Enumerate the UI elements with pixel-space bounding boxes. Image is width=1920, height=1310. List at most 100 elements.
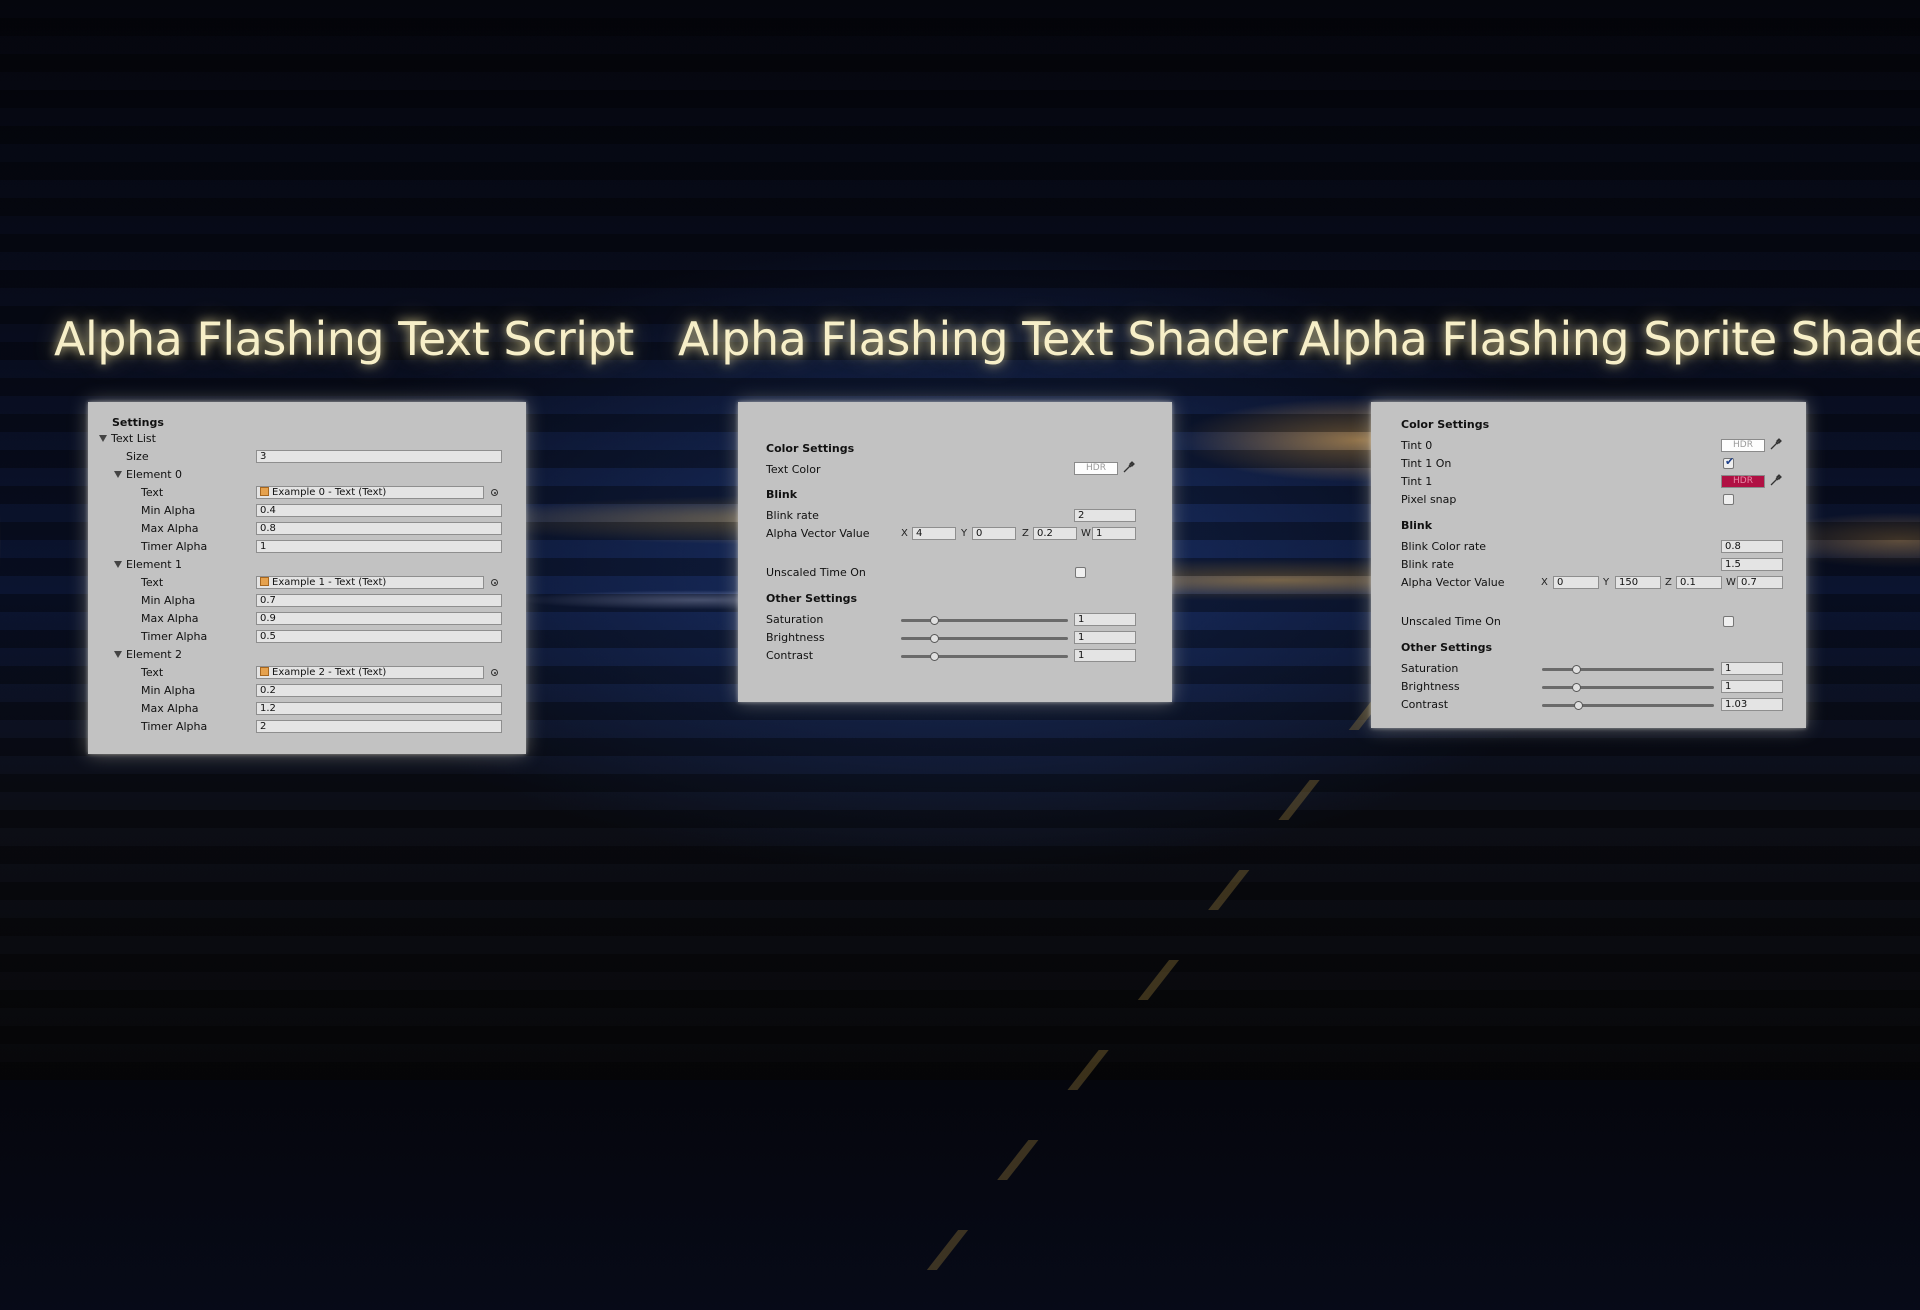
alpha-vector-y-field[interactable]: 0 [972, 527, 1016, 540]
pixel-snap-checkbox[interactable] [1723, 494, 1734, 505]
alpha-vector-y-field[interactable]: 150 [1615, 576, 1661, 589]
contrast-slider-track[interactable] [901, 655, 1068, 658]
element-0-timer-alpha-field[interactable]: 1 [256, 540, 502, 553]
brightness-slider-track[interactable] [1542, 686, 1714, 689]
element-0-label[interactable]: Element 0 [126, 468, 182, 481]
alpha-vector-x-field[interactable]: 0 [1553, 576, 1599, 589]
unscaled-time-checkbox[interactable] [1075, 567, 1086, 578]
heading-sprite-shader: Alpha Flashing Sprite Shader [1299, 312, 1920, 366]
eyedropper-icon[interactable] [1769, 437, 1783, 451]
alpha-vector-z-field[interactable]: 0.1 [1676, 576, 1722, 589]
element-2-min-alpha-field[interactable]: 0.2 [256, 684, 502, 697]
element-0-max-alpha-field[interactable]: 0.8 [256, 522, 502, 535]
brightness-slider-knob[interactable] [930, 634, 940, 643]
element-1-timer-alpha-label: Timer Alpha [141, 630, 208, 643]
element-0-text-value: Example 0 - Text (Text) [272, 487, 387, 498]
element-1-min-alpha-field[interactable]: 0.7 [256, 594, 502, 607]
element-2-label[interactable]: Element 2 [126, 648, 182, 661]
tint-0-label: Tint 0 [1401, 439, 1433, 452]
z-axis-label: Z [1665, 577, 1672, 588]
element-0-min-alpha-field[interactable]: 0.4 [256, 504, 502, 517]
x-axis-label: X [1541, 577, 1548, 588]
contrast-slider-knob[interactable] [930, 652, 940, 661]
heading-text-script: Alpha Flashing Text Script [54, 312, 634, 366]
blink-rate-field[interactable]: 1.5 [1721, 558, 1783, 571]
alpha-vector-label: Alpha Vector Value [1401, 576, 1505, 589]
blink-header: Blink [766, 488, 798, 501]
element-1-text-field[interactable]: Example 1 - Text (Text) [256, 576, 484, 589]
element-2-min-alpha-label: Min Alpha [141, 684, 196, 697]
object-picker-icon[interactable] [491, 579, 498, 586]
object-picker-icon[interactable] [491, 489, 498, 496]
blink-rate-field[interactable]: 2 [1074, 509, 1136, 522]
unscaled-time-checkbox[interactable] [1723, 616, 1734, 627]
saturation-slider-knob[interactable] [930, 616, 940, 625]
eyedropper-icon[interactable] [1769, 473, 1783, 487]
element-2-text-value: Example 2 - Text (Text) [272, 667, 387, 678]
size-field[interactable]: 3 [256, 450, 502, 463]
saturation-label: Saturation [766, 613, 824, 626]
heading-text-shader: Alpha Flashing Text Shader [678, 312, 1288, 366]
alpha-vector-label: Alpha Vector Value [766, 527, 870, 540]
tint-1-on-checkbox[interactable]: ✔ [1723, 455, 1734, 469]
alpha-vector-z-field[interactable]: 0.2 [1033, 527, 1077, 540]
element-2-max-alpha-label: Max Alpha [141, 702, 199, 715]
text-list-foldout-icon[interactable] [99, 435, 107, 442]
element-0-timer-alpha-label: Timer Alpha [141, 540, 208, 553]
saturation-field[interactable]: 1 [1721, 662, 1783, 675]
element-2-foldout-icon[interactable] [114, 651, 122, 658]
brightness-slider-track[interactable] [901, 637, 1068, 640]
text-object-icon [260, 577, 269, 586]
element-0-max-alpha-label: Max Alpha [141, 522, 199, 535]
contrast-slider-track[interactable] [1542, 704, 1714, 707]
contrast-slider-knob[interactable] [1574, 701, 1584, 710]
saturation-slider-track[interactable] [901, 619, 1068, 622]
blink-color-rate-field[interactable]: 0.8 [1721, 540, 1783, 553]
saturation-label: Saturation [1401, 662, 1459, 675]
text-list-label[interactable]: Text List [111, 432, 156, 445]
w-axis-label: W [1081, 528, 1091, 539]
other-settings-header: Other Settings [766, 592, 858, 605]
contrast-field[interactable]: 1.03 [1721, 698, 1783, 711]
element-2-text-field[interactable]: Example 2 - Text (Text) [256, 666, 484, 679]
alpha-vector-w-field[interactable]: 1 [1092, 527, 1136, 540]
element-2-max-alpha-field[interactable]: 1.2 [256, 702, 502, 715]
eyedropper-icon[interactable] [1122, 460, 1136, 474]
tint-0-swatch[interactable]: HDR [1721, 439, 1765, 452]
saturation-slider-track[interactable] [1542, 668, 1714, 671]
element-1-text-value: Example 1 - Text (Text) [272, 577, 387, 588]
element-0-foldout-icon[interactable] [114, 471, 122, 478]
element-2-timer-alpha-label: Timer Alpha [141, 720, 208, 733]
text-color-swatch[interactable]: HDR [1074, 462, 1118, 475]
contrast-label: Contrast [766, 649, 814, 662]
brightness-field[interactable]: 1 [1721, 680, 1783, 693]
saturation-field[interactable]: 1 [1074, 613, 1136, 626]
y-axis-label: Y [1603, 577, 1610, 588]
tint-1-swatch[interactable]: HDR [1721, 475, 1765, 488]
alpha-vector-w-field[interactable]: 0.7 [1737, 576, 1783, 589]
tint-1-on-label: Tint 1 On [1401, 457, 1452, 470]
contrast-field[interactable]: 1 [1074, 649, 1136, 662]
saturation-slider-knob[interactable] [1572, 665, 1582, 674]
object-picker-icon[interactable] [491, 669, 498, 676]
element-1-foldout-icon[interactable] [114, 561, 122, 568]
element-2-text-label: Text [141, 666, 164, 679]
element-2-timer-alpha-field[interactable]: 2 [256, 720, 502, 733]
element-1-timer-alpha-field[interactable]: 0.5 [256, 630, 502, 643]
w-axis-label: W [1726, 577, 1736, 588]
blink-rate-label: Blink rate [766, 509, 819, 522]
alpha-vector-x-field[interactable]: 4 [912, 527, 956, 540]
color-settings-header: Color Settings [1401, 418, 1490, 431]
element-1-label[interactable]: Element 1 [126, 558, 182, 571]
unscaled-time-label: Unscaled Time On [766, 566, 866, 579]
element-1-min-alpha-label: Min Alpha [141, 594, 196, 607]
element-1-max-alpha-label: Max Alpha [141, 612, 199, 625]
brightness-field[interactable]: 1 [1074, 631, 1136, 644]
element-0-text-field[interactable]: Example 0 - Text (Text) [256, 486, 484, 499]
brightness-label: Brightness [1401, 680, 1460, 693]
x-axis-label: X [901, 528, 908, 539]
tint-1-label: Tint 1 [1401, 475, 1433, 488]
brightness-slider-knob[interactable] [1572, 683, 1582, 692]
element-1-max-alpha-field[interactable]: 0.9 [256, 612, 502, 625]
text-object-icon [260, 487, 269, 496]
